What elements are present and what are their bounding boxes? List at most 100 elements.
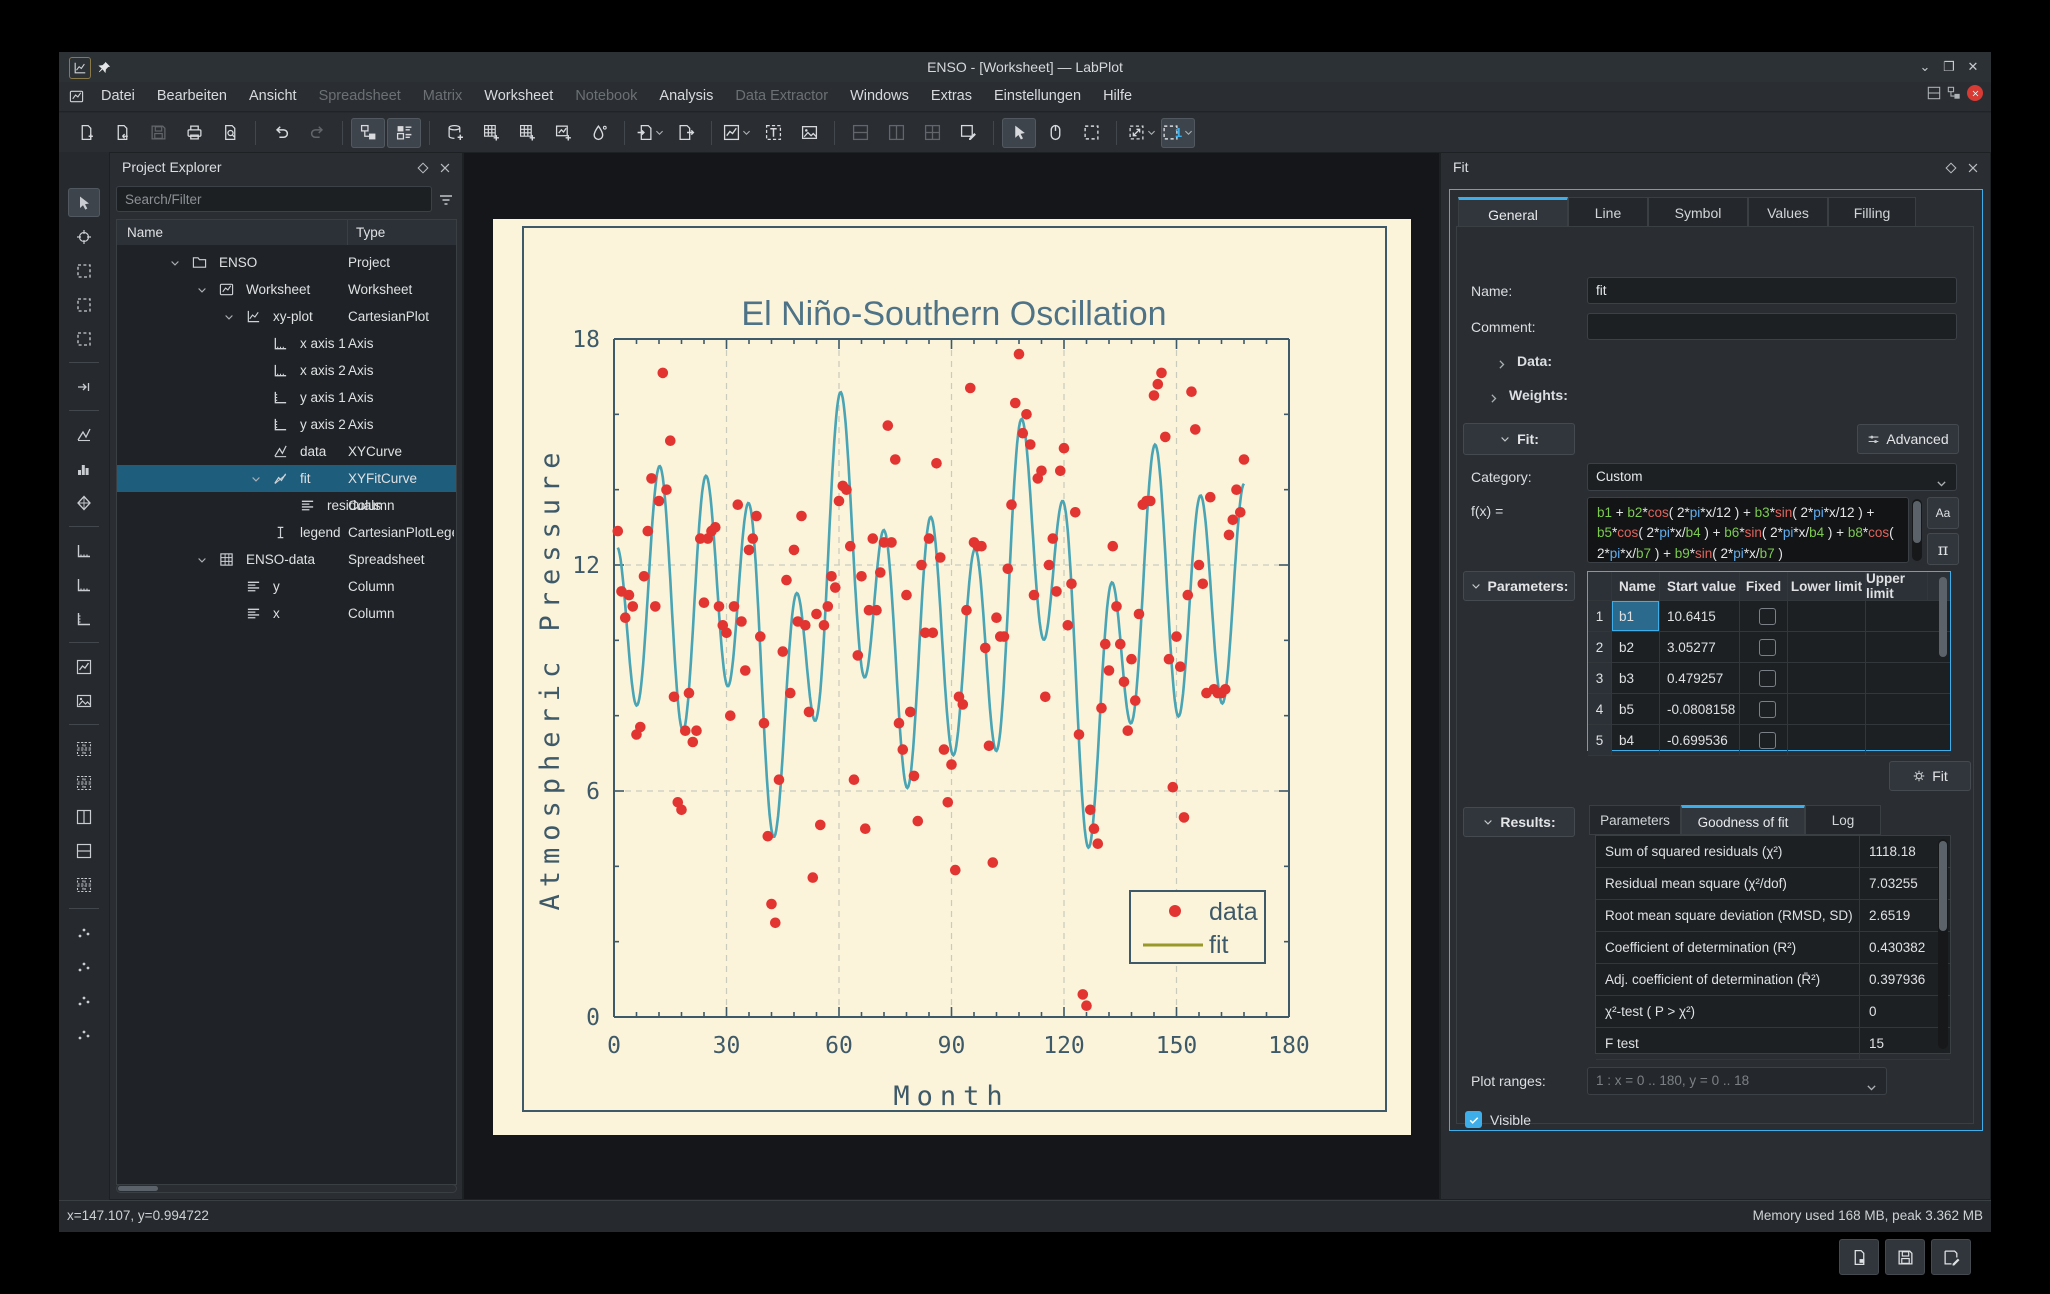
worksheet-window-icon[interactable] bbox=[69, 89, 84, 105]
open-project-button[interactable] bbox=[105, 118, 139, 148]
tree-row-x-axis-1[interactable]: x axis 1 Axis bbox=[117, 330, 456, 357]
import-button[interactable] bbox=[633, 118, 667, 148]
tool-add-axis-bottom[interactable] bbox=[68, 536, 100, 565]
tool-shift-range[interactable] bbox=[68, 372, 100, 401]
tool-add-axis[interactable] bbox=[68, 604, 100, 633]
float-dock-icon[interactable] bbox=[1944, 159, 1960, 175]
plot-legend[interactable]: datafit bbox=[1130, 891, 1265, 963]
menu-datei[interactable]: Datei bbox=[90, 82, 146, 111]
tool-layout-vertical[interactable] bbox=[68, 836, 100, 865]
tool-data-points-1[interactable] bbox=[68, 918, 100, 947]
visible-checkbox[interactable] bbox=[1465, 1111, 1482, 1128]
tree-row-fit[interactable]: fit XYFitCurve bbox=[117, 465, 456, 492]
menu-hilfe[interactable]: Hilfe bbox=[1092, 82, 1143, 111]
navigate-mode-button[interactable] bbox=[1038, 118, 1072, 148]
float-dock-icon[interactable] bbox=[416, 159, 432, 175]
worksheet-sheet[interactable]: El Niño-Southern Oscillation030609012015… bbox=[493, 219, 1411, 1135]
menu-extras[interactable]: Extras bbox=[920, 82, 983, 111]
tool-add-image[interactable] bbox=[68, 686, 100, 715]
tree-row-data[interactable]: data XYCurve bbox=[117, 438, 456, 465]
parameter-row-b1[interactable]: 1 b1 10.6415 bbox=[1588, 601, 1950, 632]
tool-zoom-selection[interactable] bbox=[68, 256, 100, 285]
fixed-checkbox[interactable] bbox=[1759, 639, 1776, 656]
x-axis-label[interactable]: Month bbox=[893, 1081, 1009, 1112]
tool-zoom-y-selection[interactable] bbox=[68, 324, 100, 353]
fixed-checkbox[interactable] bbox=[1759, 670, 1776, 687]
formula-textedit[interactable]: b1 + b2*cos( 2*pi*x/12 ) + b3*sin( 2*pi*… bbox=[1587, 497, 1909, 563]
goodness-row[interactable]: Root mean square deviation (RMSD, SD)2.6… bbox=[1596, 900, 1950, 932]
category-combobox[interactable]: Custom bbox=[1587, 463, 1957, 491]
goodness-row[interactable]: Sum of squared residuals (χ²)1118.18 bbox=[1596, 836, 1950, 868]
results-tab-log[interactable]: Log bbox=[1805, 805, 1881, 835]
formula-scrollbar[interactable] bbox=[1912, 499, 1922, 561]
project-explorer-titlebar[interactable]: Project Explorer bbox=[110, 153, 462, 181]
mdi-close-icon[interactable] bbox=[1967, 85, 1983, 101]
zoom-fit-button[interactable] bbox=[1125, 118, 1159, 148]
tree-row-y-axis-2[interactable]: y axis 2 Axis bbox=[117, 411, 456, 438]
advanced-button[interactable]: Advanced bbox=[1857, 424, 1959, 454]
tool-data-points-4[interactable] bbox=[68, 1020, 100, 1049]
parameters-scrollbar[interactable] bbox=[1938, 575, 1948, 747]
tab-values[interactable]: Values bbox=[1748, 197, 1828, 227]
tree-row-residuals[interactable]: residuals Column bbox=[117, 492, 456, 519]
expand-chevron-icon[interactable] bbox=[196, 552, 208, 567]
tree-row-Worksheet[interactable]: Worksheet Worksheet bbox=[117, 276, 456, 303]
parameter-row-b4[interactable]: 5 b4 -0.699536 bbox=[1588, 725, 1950, 756]
new-image-button[interactable] bbox=[792, 118, 826, 148]
fixed-checkbox[interactable] bbox=[1759, 732, 1776, 749]
parameter-row-b2[interactable]: 2 b2 3.05277 bbox=[1588, 632, 1950, 663]
fit-curve[interactable] bbox=[618, 392, 1244, 847]
export-button[interactable] bbox=[669, 118, 703, 148]
tool-crosshair[interactable] bbox=[68, 222, 100, 251]
goodness-row[interactable]: Adj. coefficient of determination (R̄²)0… bbox=[1596, 964, 1950, 996]
menu-bearbeiten[interactable]: Bearbeiten bbox=[146, 82, 238, 111]
zoom-select-mode-button[interactable] bbox=[1074, 118, 1108, 148]
tool-layout-grid-2[interactable] bbox=[68, 768, 100, 797]
goodness-row[interactable]: χ²-test ( P > χ²)0 bbox=[1596, 996, 1950, 1028]
save-function-as-button[interactable] bbox=[1931, 1239, 1971, 1275]
weights-section-label[interactable]: Weights: bbox=[1509, 387, 1568, 403]
print-preview-button[interactable] bbox=[213, 118, 247, 148]
expand-chevron-icon[interactable] bbox=[196, 282, 208, 297]
tool-layout-horizontal[interactable] bbox=[68, 802, 100, 831]
tool-layout-grid-3[interactable] bbox=[68, 870, 100, 899]
fixed-checkbox[interactable] bbox=[1759, 608, 1776, 625]
tab-line[interactable]: Line bbox=[1568, 197, 1648, 227]
results-tab-parameters[interactable]: Parameters bbox=[1589, 805, 1681, 835]
parameters-section-button[interactable]: Parameters: bbox=[1463, 571, 1575, 601]
xy-plot[interactable]: El Niño-Southern Oscillation030609012015… bbox=[493, 219, 1411, 1135]
shade-button[interactable]: ⌄ bbox=[1915, 57, 1935, 77]
data-section-label[interactable]: Data: bbox=[1517, 353, 1552, 369]
tree-row-legend[interactable]: legend CartesianPlotLegend bbox=[117, 519, 456, 546]
worksheet-view[interactable]: El Niño-Southern Oscillation030609012015… bbox=[463, 152, 1440, 1200]
goodness-row[interactable]: Residual mean square (χ²/dof)7.03255 bbox=[1596, 868, 1950, 900]
tool-select[interactable] bbox=[68, 188, 100, 217]
menu-worksheet[interactable]: Worksheet bbox=[473, 82, 564, 111]
tool-data-points-2[interactable] bbox=[68, 952, 100, 981]
undo-button[interactable] bbox=[264, 118, 298, 148]
close-dock-icon[interactable] bbox=[1966, 159, 1982, 175]
tree-row-x-axis-2[interactable]: x axis 2 Axis bbox=[117, 357, 456, 384]
toggle-project-explorer-button[interactable] bbox=[351, 118, 385, 148]
filter-options-icon[interactable] bbox=[438, 191, 454, 209]
tool-add-xy-curve[interactable] bbox=[68, 420, 100, 449]
tree-row-x[interactable]: x Column bbox=[117, 600, 456, 627]
expand-chevron-icon[interactable] bbox=[223, 309, 235, 324]
tab-general[interactable]: General bbox=[1458, 197, 1568, 227]
results-tab-goodness-of-fit[interactable]: Goodness of fit bbox=[1681, 805, 1805, 835]
y-axis-label[interactable]: Atmospheric Pressure bbox=[535, 445, 566, 910]
new-spreadsheet-button[interactable] bbox=[474, 118, 508, 148]
plot-ranges-combobox[interactable]: 1 : x = 0 .. 180, y = 0 .. 18 bbox=[1587, 1067, 1887, 1095]
tree-row-ENSO-data[interactable]: ENSO-data Spreadsheet bbox=[117, 546, 456, 573]
tool-layout-grid-1[interactable] bbox=[68, 734, 100, 763]
fit-dock-titlebar[interactable]: Fit bbox=[1441, 153, 1990, 181]
menu-ansicht[interactable]: Ansicht bbox=[238, 82, 308, 111]
print-button[interactable] bbox=[177, 118, 211, 148]
close-dock-icon[interactable] bbox=[438, 159, 454, 175]
goodness-row[interactable]: Coefficient of determination (R²)0.43038… bbox=[1596, 932, 1950, 964]
tree-row-y-axis-1[interactable]: y axis 1 Axis bbox=[117, 384, 456, 411]
menu-windows[interactable]: Windows bbox=[839, 82, 920, 111]
comment-field[interactable] bbox=[1587, 313, 1957, 340]
tool-zoom-x-selection[interactable] bbox=[68, 290, 100, 319]
parameter-row-b5[interactable]: 4 b5 -0.0808158 bbox=[1588, 694, 1950, 725]
